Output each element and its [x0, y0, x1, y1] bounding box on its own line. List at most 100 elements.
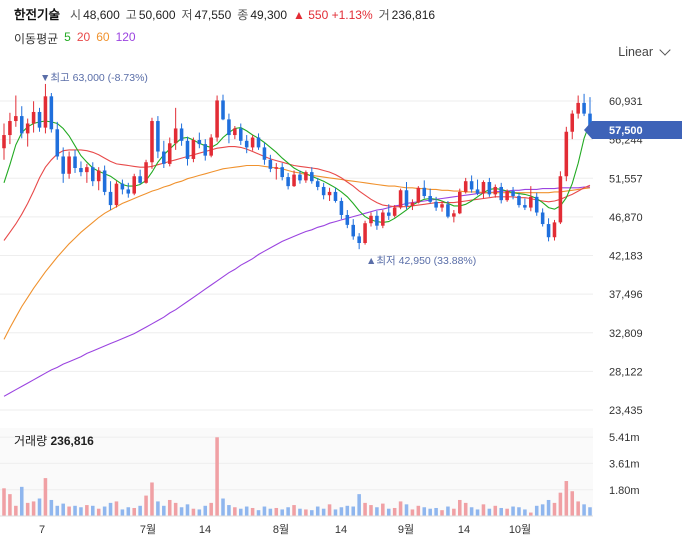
candle-body: [114, 183, 119, 206]
volume-bar: [357, 494, 361, 516]
date-tick-label: 14: [458, 524, 470, 536]
volume-bar: [91, 505, 95, 516]
volume-bar: [233, 507, 237, 516]
candle-body: [14, 116, 18, 122]
candle-body: [179, 128, 184, 141]
volume-bar: [262, 506, 267, 516]
date-tick-label: 14: [199, 524, 211, 536]
volume-bar: [19, 486, 24, 516]
candle-body: [256, 137, 261, 148]
candle-body: [310, 172, 314, 182]
volume-bar: [25, 502, 30, 516]
candle-body: [481, 182, 486, 194]
volume-bar: [156, 501, 160, 516]
volume-bar: [416, 505, 421, 516]
volume-bar: [440, 510, 444, 516]
volume-bar: [463, 502, 468, 516]
volume-bar: [132, 507, 136, 516]
candle-body: [209, 137, 213, 156]
moving-average-lines: [3, 120, 591, 397]
volume-tick-label: 5.41m: [609, 432, 640, 444]
volume-bar: [280, 509, 284, 516]
volume-bar: [458, 499, 462, 516]
candle-body: [286, 177, 290, 187]
candle-body: [126, 189, 131, 194]
volume-bar: [552, 502, 557, 516]
min-price-annotation: ▲최저 42,950 (33.88%): [366, 255, 476, 267]
volume-bar: [523, 509, 527, 516]
candle-body: [102, 170, 107, 192]
volume-bar: [43, 478, 48, 516]
candle-body: [333, 191, 338, 201]
candle-body: [428, 196, 432, 202]
volume-bar: [292, 505, 296, 516]
candle-body: [268, 159, 273, 169]
volume-bar: [422, 507, 427, 516]
volume-bar: [108, 502, 113, 516]
candle-body: [315, 181, 320, 187]
candle-body: [185, 140, 190, 159]
volume-bar: [250, 507, 255, 516]
volume-bar: [298, 508, 302, 516]
volume-bar: [410, 509, 415, 516]
volume-bar: [446, 506, 450, 516]
volume-bar: [221, 498, 225, 516]
volume-bar: [511, 506, 515, 516]
candle-body: [85, 167, 89, 173]
candle-body: [19, 116, 24, 134]
candle-body: [381, 212, 385, 226]
candle-body: [351, 224, 356, 237]
volume-axis: 5.41m 3.61m 1.80m: [609, 432, 640, 497]
volume-bar: [392, 507, 397, 516]
volume-panel-value: 236,816: [50, 434, 94, 448]
candle-body: [244, 140, 249, 148]
volume-bar: [452, 508, 456, 516]
candle-body: [144, 162, 148, 183]
volume-bar: [375, 507, 379, 516]
candle-body: [475, 189, 480, 194]
candle-body: [173, 128, 178, 144]
candle-body: [576, 102, 580, 114]
price-tick-label: 32,809: [609, 328, 643, 340]
volume-bar: [351, 506, 356, 516]
candle-body: [108, 191, 113, 206]
volume-bar: [386, 508, 391, 516]
volume-bar: [570, 491, 575, 516]
candle-body: [529, 196, 533, 208]
candle-body: [375, 215, 379, 226]
price-tick-label: 37,496: [609, 289, 643, 301]
candle-body: [327, 191, 332, 196]
candle-body: [167, 143, 172, 164]
candle-body: [558, 176, 563, 223]
price-axis: 60,93156,24451,55746,87042,18337,49632,8…: [609, 96, 643, 417]
price-chart[interactable]: 60,93156,24451,55746,87042,18337,49632,8…: [0, 0, 685, 554]
candle-body: [43, 96, 48, 128]
candle-body: [321, 186, 326, 196]
candle-body: [221, 100, 225, 120]
volume-bar: [150, 482, 154, 516]
volume-bar: [363, 502, 367, 516]
candle-body: [345, 214, 350, 225]
candle-body: [499, 186, 503, 201]
volume-bar: [315, 506, 320, 516]
volume-bar: [8, 494, 12, 516]
volume-bar: [321, 508, 326, 516]
candle-body: [564, 131, 569, 177]
volume-bar: [428, 508, 432, 516]
volume-bar: [558, 492, 563, 516]
candle-body: [37, 111, 42, 128]
candle-body: [150, 121, 154, 163]
volume-bar: [582, 504, 586, 516]
candle-body: [386, 212, 391, 216]
candle-body: [298, 174, 302, 181]
volume-bar: [79, 507, 83, 516]
candle-body: [416, 187, 421, 203]
volume-bar: [540, 504, 545, 516]
date-tick-label: 7월: [140, 523, 156, 536]
volume-bar: [487, 508, 492, 516]
candle-body: [250, 137, 255, 148]
date-tick-label: 7: [39, 524, 45, 536]
grid-lines: [0, 100, 593, 411]
volume-bar: [493, 505, 498, 516]
candle-body: [440, 204, 444, 208]
